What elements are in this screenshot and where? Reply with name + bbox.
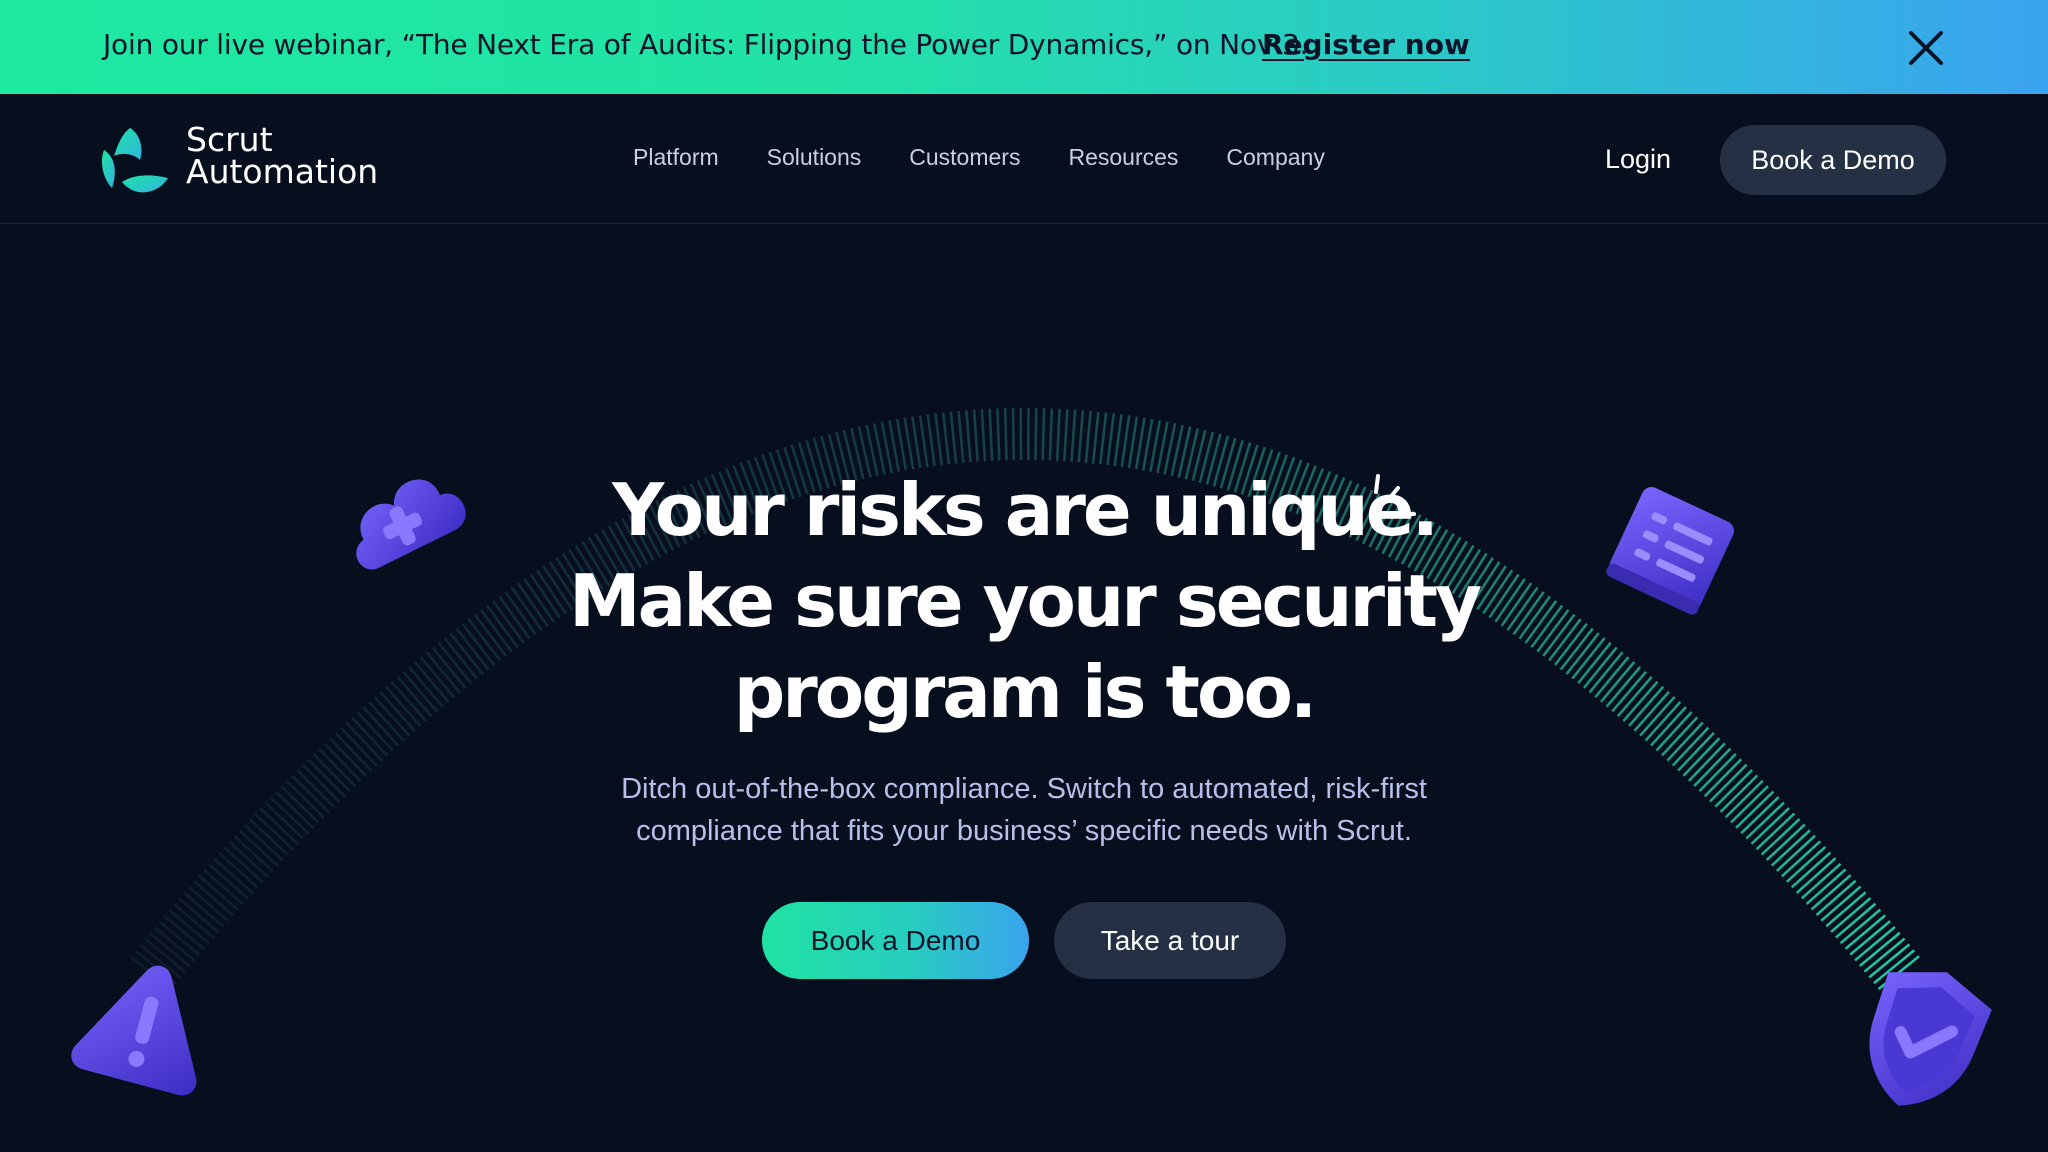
nav-item-solutions[interactable]: Solutions [767,144,862,171]
document-list-icon [1606,487,1735,615]
nav-menu: Platform Solutions Customers Resources C… [633,144,1325,171]
hero-title-line-2: Make sure your security [569,559,1482,643]
hero-subtitle: Ditch out-of-the-box compliance. Switch … [524,768,1524,852]
take-tour-button[interactable]: Take a tour [1054,902,1286,979]
login-link[interactable]: Login [1605,144,1671,175]
nav-book-demo-button[interactable]: Book a Demo [1720,125,1946,195]
brand-name: Scrut Automation [186,123,379,191]
hero-subtitle-line-1: Ditch out-of-the-box compliance. Switch … [621,773,1427,805]
shield-check-icon [1869,972,1992,1106]
navbar: Scrut Automation Platform Solutions Cust… [0,94,2048,224]
nav-item-resources[interactable]: Resources [1068,144,1178,171]
hero-book-demo-button[interactable]: Book a Demo [762,902,1029,979]
nav-item-platform[interactable]: Platform [633,144,719,171]
hero-subtitle-line-2: compliance that fits your business’ spec… [636,815,1412,847]
nav-item-customers[interactable]: Customers [909,144,1020,171]
warning-icon [71,965,197,1096]
announcement-text: Join our live webinar, “The Next Era of … [103,28,1309,61]
hero-title-line-3: program is too. [733,650,1318,734]
brand-logo[interactable]: Scrut Automation [100,123,400,196]
announcement-bar: Join our live webinar, “The Next Era of … [0,0,2048,94]
sparkle-icon [1374,474,1416,516]
brand-line-2: Automation [186,152,379,191]
scrut-logo-icon [102,128,168,193]
close-icon[interactable] [1906,28,1946,68]
register-now-link[interactable]: Register now [1262,28,1470,61]
cloud-plus-icon [356,479,466,570]
nav-item-company[interactable]: Company [1226,144,1324,171]
